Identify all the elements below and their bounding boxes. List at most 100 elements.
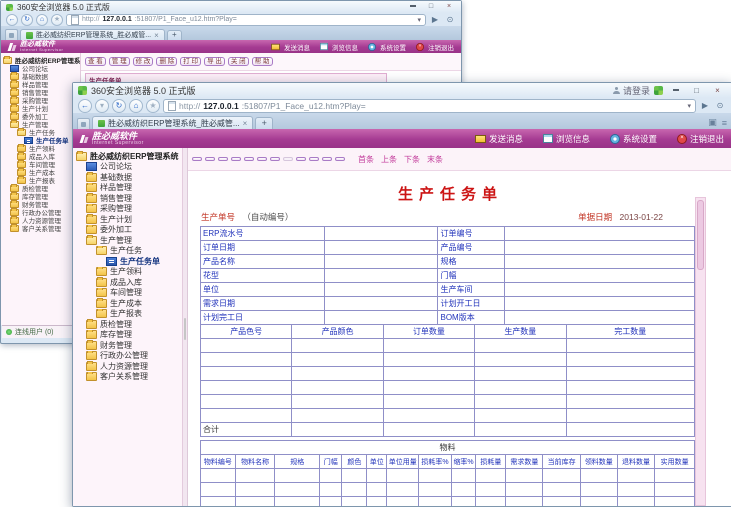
empty-cell[interactable] [235, 469, 275, 483]
minimize-button[interactable] [406, 2, 420, 12]
toolbar-button[interactable] [309, 157, 319, 161]
tree-item[interactable]: 库存管理 [1, 192, 80, 200]
toolbar-button[interactable] [257, 157, 267, 161]
tree-item[interactable]: 生产管理 [1, 120, 80, 128]
tree-item[interactable]: 成品入库 [1, 152, 80, 160]
empty-cell[interactable] [506, 483, 543, 497]
tree-item[interactable]: 样品管理 [73, 183, 182, 194]
empty-cell[interactable] [475, 339, 566, 353]
favorites-star-icon[interactable]: ★ [146, 99, 160, 113]
empty-row[interactable] [201, 353, 695, 367]
erp-header-link[interactable]: 系统设置 [367, 42, 406, 52]
empty-cell[interactable] [580, 469, 617, 483]
home-icon[interactable]: ⌂ [129, 99, 143, 113]
empty-cell[interactable] [292, 381, 383, 395]
field-value-cell[interactable] [324, 255, 438, 269]
go-icon[interactable]: ▶ [429, 15, 441, 25]
minimize-button[interactable] [667, 85, 684, 97]
tree-item[interactable]: 财务管理 [1, 200, 80, 208]
empty-cell[interactable] [655, 483, 695, 497]
empty-cell[interactable] [566, 367, 695, 381]
tree-item[interactable]: 库存管理 [73, 330, 182, 341]
empty-cell[interactable] [292, 353, 383, 367]
tree-item[interactable]: 人力资源管理 [1, 216, 80, 224]
field-value-cell[interactable] [505, 255, 695, 269]
toolbar-button[interactable] [296, 157, 306, 161]
erp-header-link[interactable]: 发送消息 [475, 133, 523, 145]
field-value-cell[interactable] [324, 241, 438, 255]
empty-cell[interactable] [201, 339, 292, 353]
toolbar-button[interactable]: 删 除 [156, 57, 177, 66]
toolbar-button[interactable]: 查 看 [85, 57, 106, 66]
field-value-cell[interactable] [505, 227, 695, 241]
record-nav-link[interactable]: 上条 [381, 154, 397, 165]
erp-header-link[interactable]: 浏览信息 [319, 42, 358, 52]
tree-item[interactable]: 胜必威纺织ERP管理系统 [1, 56, 80, 64]
new-tab-button[interactable]: + [167, 30, 182, 40]
empty-cell[interactable] [475, 381, 566, 395]
empty-cell[interactable] [566, 353, 695, 367]
field-value-cell[interactable] [324, 297, 438, 311]
toolbar-button[interactable]: 帮 助 [252, 57, 273, 66]
erp-header-link[interactable]: 浏览信息 [543, 133, 590, 145]
close-button[interactable]: × [709, 85, 726, 97]
browser-menu-icon[interactable] [5, 29, 18, 40]
favorites-star-icon[interactable]: ★ [51, 14, 63, 26]
form-scrollbar[interactable] [695, 197, 706, 506]
empty-cell[interactable] [543, 483, 580, 497]
tree-item[interactable]: 销售管理 [1, 88, 80, 96]
tree-item[interactable]: 生产计划 [73, 214, 182, 225]
login-link[interactable]: 请登录 [613, 84, 650, 97]
tree-item[interactable]: 基础数据 [73, 172, 182, 183]
empty-cell[interactable] [367, 469, 387, 483]
back-icon[interactable]: ← [78, 99, 92, 113]
tree-item[interactable]: 生产管理 [73, 235, 182, 246]
tree-item[interactable]: 采购管理 [1, 96, 80, 104]
empty-cell[interactable] [235, 483, 275, 497]
field-value-cell[interactable] [505, 311, 695, 325]
address-input[interactable]: http:// 127.0.0.1 :51807/P1_Face_u12.htm… [66, 14, 426, 26]
record-nav-link[interactable]: 末条 [427, 154, 443, 165]
tree-item[interactable]: 销售管理 [73, 193, 182, 204]
empty-cell[interactable] [201, 381, 292, 395]
toolbar-button[interactable]: 管 理 [109, 57, 130, 66]
forward-icon[interactable]: ▾ [95, 99, 109, 113]
tab-grid-icon[interactable]: ▣ [708, 117, 717, 128]
empty-cell[interactable] [383, 409, 474, 423]
tree-item[interactable]: 车间管理 [1, 160, 80, 168]
toolbar-button[interactable]: 关 闭 [228, 57, 249, 66]
empty-cell[interactable] [367, 483, 387, 497]
refresh-icon[interactable]: ↻ [112, 99, 126, 113]
empty-row[interactable] [201, 395, 695, 409]
empty-cell[interactable] [201, 409, 292, 423]
empty-row[interactable] [201, 483, 695, 497]
tab-erp[interactable]: 胜必威纺织ERP管理系统_胜必威管... × [92, 116, 253, 129]
tree-item[interactable]: 生产计划 [1, 104, 80, 112]
empty-cell[interactable] [320, 483, 342, 497]
tree-item[interactable]: 质检管理 [1, 184, 80, 192]
tree-item[interactable]: 采购管理 [73, 204, 182, 215]
toolbar-button[interactable] [283, 157, 293, 161]
tree-item[interactable]: 生产任务单 [73, 256, 182, 267]
tree-item[interactable]: 生产任务单 [1, 136, 80, 144]
tree-item[interactable]: 车间管理 [73, 288, 182, 299]
empty-cell[interactable] [580, 483, 617, 497]
toolbar-button[interactable] [244, 157, 254, 161]
tab-erp[interactable]: 胜必威纺织ERP管理系统_胜必威管... × [20, 29, 165, 40]
shield-icon[interactable]: ⊙ [444, 15, 456, 25]
back-icon[interactable]: ← [6, 14, 18, 26]
empty-cell[interactable] [566, 339, 695, 353]
empty-cell[interactable] [383, 367, 474, 381]
tree-item[interactable]: 委外加工 [1, 112, 80, 120]
titlebar[interactable]: 360安全浏览器 5.0 正式版 请登录 □ × [73, 83, 731, 98]
empty-cell[interactable] [383, 395, 474, 409]
tab-close-icon[interactable]: × [154, 31, 159, 40]
empty-cell[interactable] [275, 483, 320, 497]
tree-item[interactable]: 样品管理 [1, 80, 80, 88]
empty-cell[interactable] [617, 469, 654, 483]
form-scrollbar-thumb[interactable] [697, 200, 704, 270]
empty-cell[interactable] [419, 483, 451, 497]
toolbar-button[interactable]: 修 改 [133, 57, 154, 66]
tree-item[interactable]: 生产领料 [1, 144, 80, 152]
empty-cell[interactable] [292, 339, 383, 353]
